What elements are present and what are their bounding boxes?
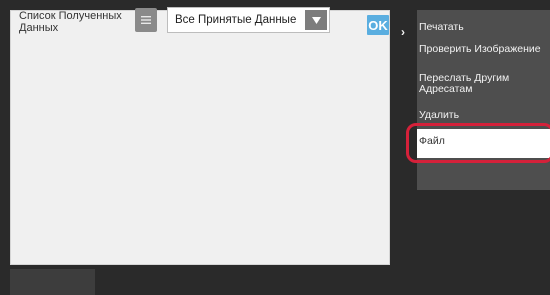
chevron-right-icon[interactable]: ›	[401, 25, 405, 39]
list-icon	[141, 16, 151, 24]
menu-item-forward[interactable]: Переслать Другим Адресатам	[417, 73, 550, 95]
menu-item-label: Печатать	[419, 21, 464, 33]
received-data-panel	[10, 10, 390, 265]
menu-item-label: Удалить	[419, 109, 460, 121]
menu-item-label: Переслать Другим Адресатам	[419, 72, 510, 95]
list-title: Список Полученных Данных	[19, 10, 122, 34]
highlight-ring	[406, 123, 550, 163]
bottom-bar	[10, 269, 95, 295]
data-filter-value: Все Принятые Данные	[175, 14, 297, 26]
menu-item-check-image[interactable]: Проверить Изображение	[417, 44, 550, 55]
dropdown-button[interactable]	[305, 10, 327, 30]
data-filter-select[interactable]: Все Принятые Данные	[167, 7, 330, 33]
list-view-button[interactable]	[135, 8, 157, 32]
menu-item-delete[interactable]: Удалить	[417, 110, 550, 121]
ok-button[interactable]: OK	[367, 15, 389, 35]
action-menu: Печатать Проверить Изображение Переслать…	[417, 10, 550, 190]
menu-item-print[interactable]: Печатать	[417, 22, 550, 33]
menu-item-label: Проверить Изображение	[419, 43, 541, 55]
screen-frame: Список Полученных Данных Все Принятые Да…	[0, 0, 550, 295]
triangle-down-icon	[311, 16, 321, 24]
